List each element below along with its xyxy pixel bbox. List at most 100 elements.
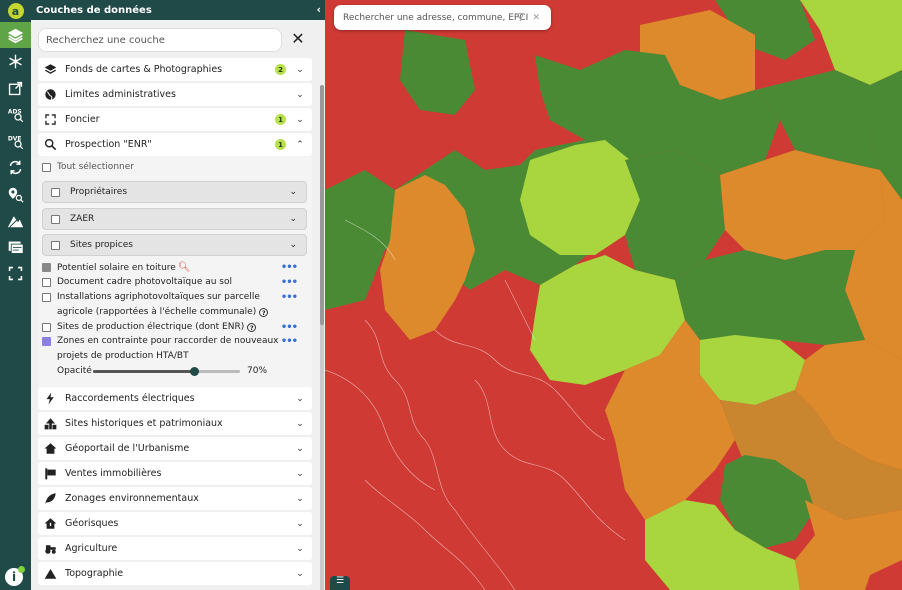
- chevron-down-icon: ⌄: [289, 187, 297, 197]
- arrows-button[interactable]: [0, 155, 31, 181]
- subgroup-checkbox[interactable]: [51, 240, 60, 250]
- help-icon[interactable]: ?: [247, 322, 257, 332]
- layer-sites-production[interactable]: Sites de production électrique (dont ENR…: [42, 322, 308, 333]
- search-icon: [43, 138, 57, 152]
- terrain-icon: [7, 215, 24, 228]
- prospection-enr-content: Tout sélectionner Propriétaires ⌄ ZAER ⌄ S…: [38, 156, 312, 406]
- app-logo[interactable]: a: [0, 0, 31, 22]
- monument-icon: [43, 417, 57, 431]
- layer-checkbox[interactable]: [42, 277, 51, 287]
- category-label: Zonages environnementaux: [65, 493, 199, 504]
- scrollbar-thumb[interactable]: [320, 85, 324, 325]
- pin-search-button[interactable]: [0, 181, 31, 207]
- category-fonds-de-cartes[interactable]: Fonds de cartes & Photographies 2 ⌄: [38, 58, 312, 81]
- chevron-down-icon: ⌄: [296, 468, 304, 479]
- layer-document-cadre[interactable]: Document cadre photovoltaïque au sol •••: [42, 277, 308, 288]
- chevron-down-icon: ⌄: [289, 240, 297, 250]
- more-options-icon[interactable]: •••: [281, 292, 298, 303]
- chevron-up-icon: ⌃: [296, 139, 304, 150]
- logo-letter: a: [7, 3, 24, 19]
- layer-agriphotovoltaiques[interactable]: Installations agriphotovoltaïques sur pa…: [42, 292, 308, 303]
- layer-checkbox[interactable]: [42, 263, 51, 272]
- layer-search-input[interactable]: [38, 28, 282, 52]
- category-sites-historiques[interactable]: Sites historiques et patrimoniaux ⌄: [38, 412, 312, 435]
- chevron-down-icon: ⌄: [296, 89, 304, 100]
- category-georisques[interactable]: Géorisques ⌄: [38, 512, 312, 535]
- layer-label: Document cadre photovoltaïque au sol: [57, 277, 232, 287]
- category-label: Sites historiques et patrimoniaux: [65, 418, 223, 429]
- clear-icon[interactable]: ✕: [532, 13, 540, 23]
- layers-icon: [7, 28, 24, 43]
- category-foncier[interactable]: Foncier 1 ⌄: [38, 108, 312, 131]
- category-label: Géorisques: [65, 518, 119, 529]
- category-prospection-enr[interactable]: Prospection "ENR" 1 ⌃: [38, 133, 312, 156]
- chevron-down-icon: ⌄: [289, 214, 297, 224]
- opacity-value: 70%: [247, 366, 268, 376]
- layer-checkbox-checked[interactable]: [42, 336, 51, 346]
- mountain-icon: [43, 567, 57, 581]
- layer-checkbox[interactable]: [42, 322, 51, 332]
- select-all-row[interactable]: Tout sélectionner: [42, 162, 134, 172]
- count-badge: 2: [275, 64, 286, 75]
- category-agriculture[interactable]: Agriculture ⌄: [38, 537, 312, 560]
- layer-label: Installations agriphotovoltaïques sur pa…: [57, 292, 260, 302]
- choropleth-map[interactable]: [325, 0, 902, 590]
- count-badge: 1: [275, 114, 286, 125]
- documents-button[interactable]: [0, 234, 31, 260]
- help-icon[interactable]: ?: [259, 307, 269, 317]
- category-geoportail[interactable]: Géoportail de l'Urbanisme ⌄: [38, 437, 312, 460]
- category-label: Prospection "ENR": [65, 139, 152, 150]
- subgroup-checkbox[interactable]: [51, 187, 60, 197]
- subgroup-zaer[interactable]: ZAER ⌄: [42, 208, 307, 230]
- bolt-icon: [43, 392, 57, 406]
- collapse-panel-icon[interactable]: ‹: [316, 3, 321, 16]
- category-topographie[interactable]: Topographie ⌄: [38, 562, 312, 585]
- panel-header: Couches de données ‹: [31, 0, 325, 20]
- search-icon[interactable]: ⚲: [517, 12, 524, 23]
- cluster-button[interactable]: [0, 49, 31, 75]
- category-limites-administratives[interactable]: Limites administratives ⌄: [38, 83, 312, 106]
- layers-button[interactable]: [0, 22, 31, 48]
- ads-button[interactable]: ADS: [0, 102, 31, 128]
- subgroup-checkbox[interactable]: [51, 214, 60, 224]
- layer-label: Sites de production électrique (dont ENR…: [57, 322, 245, 332]
- more-options-icon[interactable]: •••: [281, 336, 298, 347]
- category-label: Géoportail de l'Urbanisme: [65, 443, 190, 454]
- layer-list[interactable]: Fonds de cartes & Photographies 2 ⌄ Limi…: [31, 57, 325, 590]
- category-raccordements[interactable]: Raccordements électriques ⌄: [38, 387, 312, 410]
- category-ventes-immobilieres[interactable]: Ventes immobilières ⌄: [38, 462, 312, 485]
- export-button[interactable]: [0, 75, 31, 101]
- legend-list-button[interactable]: ☰: [330, 576, 350, 590]
- layer-zones-contrainte[interactable]: Zones en contrainte pour raccorder de no…: [42, 336, 308, 347]
- terrain-button[interactable]: [0, 208, 31, 234]
- select-all-checkbox[interactable]: [42, 162, 51, 172]
- close-icon[interactable]: ✕: [289, 29, 307, 48]
- chevron-down-icon: ⌄: [296, 114, 304, 125]
- map-region[interactable]: [675, 250, 865, 350]
- info-button[interactable]: i: [5, 566, 25, 586]
- scrollbar[interactable]: [320, 85, 324, 590]
- category-label: Raccordements électriques: [65, 393, 195, 404]
- address-search-placeholder: Rechercher une adresse, commune, EPCI: [343, 12, 529, 23]
- subgroup-proprietaires[interactable]: Propriétaires ⌄: [42, 181, 307, 203]
- expand-icon: [43, 113, 57, 127]
- globe-icon: [43, 88, 57, 102]
- search-icon[interactable]: 🔍︎: [178, 262, 191, 273]
- subgroup-label: Sites propices: [70, 240, 133, 250]
- map-canvas[interactable]: Rechercher une adresse, commune, EPCI ⚲ …: [325, 0, 902, 590]
- layer-zones-contrainte-line2: projets de production HTA/BT: [57, 351, 189, 361]
- dve-button[interactable]: DVE: [0, 128, 31, 154]
- layers-icon: [43, 63, 57, 77]
- category-zonages-environnementaux[interactable]: Zonages environnementaux ⌄: [38, 487, 312, 510]
- layer-label: agricole (rapportées à l'échelle communa…: [57, 307, 257, 317]
- opacity-slider[interactable]: [93, 367, 240, 376]
- more-options-icon[interactable]: •••: [281, 322, 298, 333]
- subgroup-sites-propices[interactable]: Sites propices ⌄: [42, 234, 307, 256]
- fullscreen-button[interactable]: [0, 261, 31, 287]
- opacity-slider-handle[interactable]: [190, 367, 199, 376]
- more-options-icon[interactable]: •••: [281, 262, 298, 273]
- layer-potentiel-solaire[interactable]: Potentiel solaire en toiture 🔍︎ •••: [42, 262, 308, 273]
- more-options-icon[interactable]: •••: [281, 277, 298, 288]
- address-search-box[interactable]: Rechercher une adresse, commune, EPCI ⚲ …: [334, 5, 551, 30]
- layer-checkbox[interactable]: [42, 292, 51, 302]
